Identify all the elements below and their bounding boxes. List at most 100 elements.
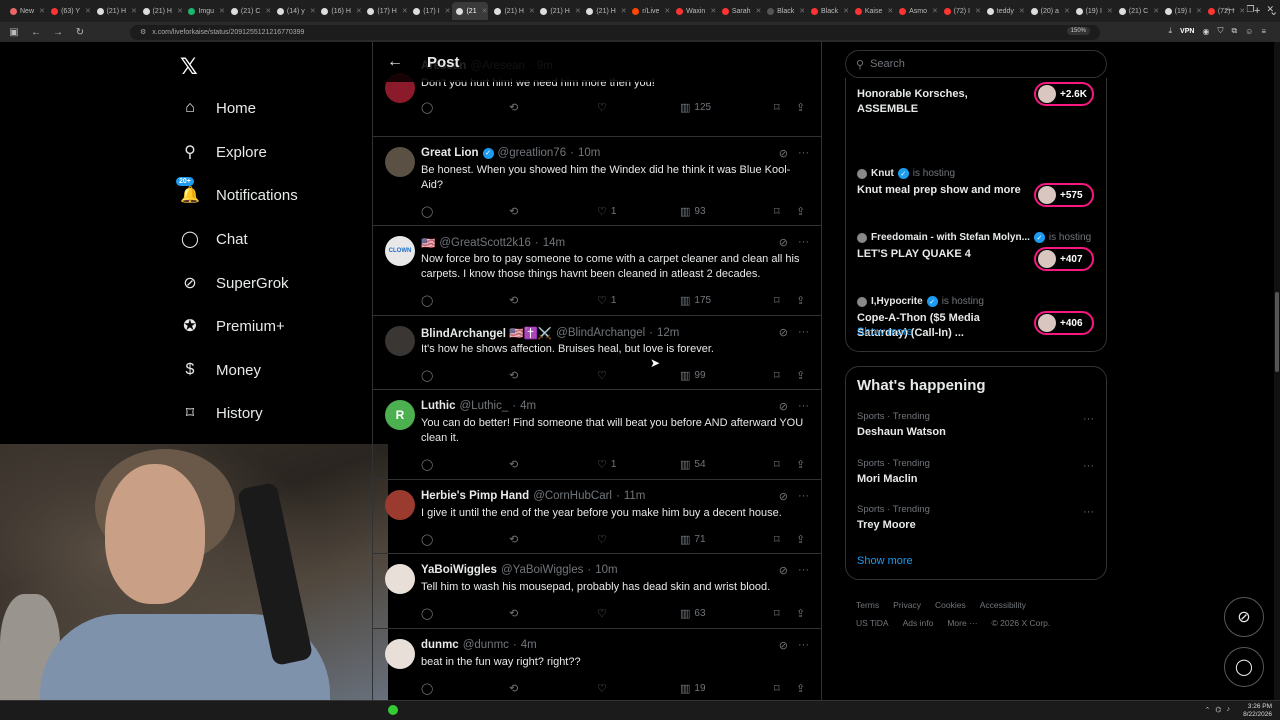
messages-fab-button[interactable]: ◯ — [1224, 647, 1264, 687]
share-button[interactable]: ⇪ — [796, 607, 805, 620]
tab-close-icon[interactable]: ✕ — [1064, 7, 1070, 15]
reply-button[interactable]: ◯ — [421, 294, 437, 307]
space-listeners-pill[interactable]: +407 — [1034, 247, 1094, 271]
share-button[interactable]: ⇪ — [796, 369, 805, 382]
views-button[interactable]: ▥ 71 — [680, 533, 706, 546]
nav-item-premium[interactable]: ✪ Premium+ — [180, 316, 284, 336]
footer-link[interactable]: © 2026 X Corp. — [992, 618, 1051, 628]
avatar[interactable] — [385, 326, 415, 356]
bookmark-button[interactable]: ⌑ — [774, 607, 780, 620]
author-handle[interactable]: @GreatScott2k16 — [439, 237, 531, 249]
avatar[interactable]: R — [385, 400, 415, 430]
trends-show-more-link[interactable]: Show more — [857, 555, 913, 567]
forward-icon[interactable]: → — [52, 27, 64, 38]
browser-tab[interactable]: (19) I ✕ — [1072, 2, 1113, 20]
post-time[interactable]: 14m — [543, 237, 565, 249]
browser-tab[interactable]: (21) H ✕ — [93, 2, 137, 20]
tab-close-icon[interactable]: ✕ — [710, 7, 716, 15]
like-button[interactable]: ♡ 1 — [597, 458, 616, 471]
footer-link[interactable]: Ads info — [903, 618, 934, 628]
close-window-icon[interactable]: ✕ — [1266, 4, 1274, 15]
share-button[interactable]: ⇪ — [796, 682, 805, 695]
browser-tab[interactable]: New ✕ — [6, 2, 45, 20]
browser-tab[interactable]: (19) I ✕ — [1161, 2, 1202, 20]
trend-more-options-icon[interactable]: ··· — [1083, 413, 1094, 425]
tab-close-icon[interactable]: ✕ — [621, 7, 626, 15]
reply-post[interactable]: CLOWN 🇺🇸 @GreatScott2k16 · 14m ⊘ ··· Now force … — [373, 226, 821, 316]
sidebar-toggle-icon[interactable]: ▣ — [8, 27, 20, 38]
tab-close-icon[interactable]: ✕ — [265, 7, 270, 15]
browser-tab[interactable]: (21) H ✕ — [582, 2, 626, 20]
grok-explain-icon[interactable]: ⊘ — [779, 236, 788, 249]
post-time[interactable]: 10m — [595, 564, 617, 576]
post-time[interactable]: 10m — [578, 147, 600, 159]
tab-close-icon[interactable]: ✕ — [843, 7, 849, 15]
author-name[interactable]: Great Lion — [421, 147, 479, 159]
extensions-icon[interactable]: ⧉ — [1231, 26, 1237, 36]
author-name[interactable]: dunmc — [421, 639, 459, 651]
tab-close-icon[interactable]: ✕ — [756, 7, 762, 15]
author-name[interactable]: 🇺🇸 — [421, 236, 435, 250]
author-handle[interactable]: @BlindArchangel — [556, 327, 645, 339]
reply-post[interactable]: YaBoiWiggles @YaBoiWiggles · 10m ⊘ ··· Tell hi… — [373, 554, 821, 629]
nav-item-chat[interactable]: ◯ Chat — [180, 229, 248, 249]
space-title[interactable]: Honorable Korsches, ASSEMBLE — [857, 87, 1027, 117]
grok-explain-icon[interactable]: ⊘ — [779, 326, 788, 339]
retweet-button[interactable]: ⟲ — [509, 682, 522, 695]
space-title[interactable]: LET'S PLAY QUAKE 4 — [857, 247, 1027, 262]
browser-tab[interactable]: (21 ✕ — [452, 2, 489, 20]
trend-more-options-icon[interactable]: ··· — [1083, 460, 1094, 472]
browser-tab[interactable]: Sarah ✕ — [718, 2, 761, 20]
author-handle[interactable]: @CornHubCarl — [533, 490, 612, 502]
space-listeners-pill[interactable]: +2.6K — [1034, 82, 1094, 106]
more-options-icon[interactable]: ··· — [798, 236, 809, 249]
shield-icon[interactable]: ⛉ — [1217, 26, 1223, 36]
reply-post[interactable]: dunmc @dunmc · 4m ⊘ ··· beat in the fun way ri… — [373, 629, 821, 700]
browser-tab[interactable]: Kaise ✕ — [851, 2, 893, 20]
author-handle[interactable]: @greatlion76 — [498, 147, 567, 159]
zoom-indicator[interactable]: 150% — [1066, 26, 1090, 35]
avatar[interactable] — [385, 639, 415, 669]
avatar[interactable] — [385, 490, 415, 520]
tab-close-icon[interactable]: ✕ — [975, 7, 981, 15]
grok-fab-button[interactable]: ⊘ — [1224, 597, 1264, 637]
more-options-icon[interactable]: ··· — [798, 490, 809, 503]
bookmark-button[interactable]: ⌑ — [774, 682, 780, 695]
site-info-icon[interactable]: ⚙ — [140, 28, 146, 36]
reply-button[interactable]: ◯ — [421, 458, 437, 471]
back-arrow-icon[interactable]: ← — [387, 53, 407, 71]
browser-tab[interactable]: (63) Y ✕ — [47, 2, 91, 20]
browser-tab[interactable]: Waxin ✕ — [672, 2, 716, 20]
like-button[interactable]: ♡ 1 — [597, 294, 616, 307]
space-host[interactable]: Freedomain - with Stefan Molyn... ✓ is hos… — [857, 232, 1091, 243]
browser-tab[interactable]: (21) H ✕ — [536, 2, 580, 20]
reply-button[interactable]: ◯ — [421, 682, 437, 695]
share-button[interactable]: ⇪ — [796, 294, 805, 307]
network-icon[interactable]: ⌬ — [1215, 706, 1221, 714]
views-button[interactable]: ▥ 63 — [680, 607, 706, 620]
browser-tab[interactable]: (17) H ✕ — [363, 2, 407, 20]
like-button[interactable]: ♡ — [597, 607, 611, 620]
author-name[interactable]: Herbie's Pimp Hand — [421, 490, 529, 502]
reply-post[interactable]: R Luthic @Luthic_ · 4m ⊘ ··· You can do better!… — [373, 390, 821, 480]
tab-close-icon[interactable]: ✕ — [664, 7, 670, 15]
browser-tab[interactable]: (17) I ✕ — [409, 2, 450, 20]
browser-tab[interactable]: Imgu ✕ — [184, 2, 225, 20]
browser-tab[interactable]: Black ✕ — [807, 2, 849, 20]
tab-close-icon[interactable]: ✕ — [131, 7, 136, 15]
browser-tab[interactable]: (14) y ✕ — [273, 2, 315, 20]
like-button[interactable]: ♡ — [597, 369, 611, 382]
avatar[interactable]: CLOWN — [385, 236, 415, 266]
trend-name[interactable]: Deshaun Watson — [857, 426, 946, 438]
wallet-icon[interactable]: ◉ — [1202, 27, 1209, 36]
footer-link[interactable]: Accessibility — [980, 600, 1026, 610]
post-time[interactable]: 12m — [657, 327, 679, 339]
reload-icon[interactable]: ↻ — [74, 27, 86, 38]
more-options-icon[interactable]: ··· — [798, 147, 809, 160]
browser-tab[interactable]: (21) C ✕ — [1115, 2, 1159, 20]
footer-link[interactable]: Terms — [856, 600, 879, 610]
share-button[interactable]: ⇪ — [796, 458, 805, 471]
tab-close-icon[interactable]: ✕ — [575, 7, 580, 15]
reply-button[interactable]: ◯ — [421, 369, 437, 382]
tab-close-icon[interactable]: ✕ — [177, 7, 182, 15]
